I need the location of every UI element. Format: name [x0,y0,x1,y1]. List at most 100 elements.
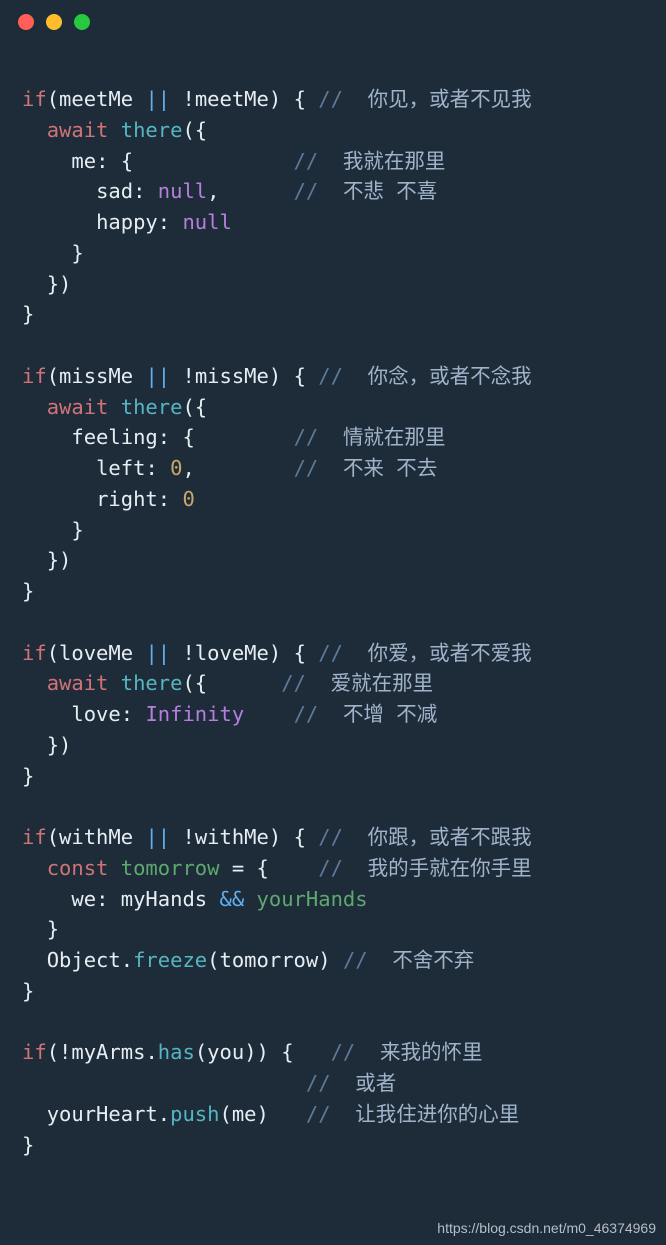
operator-and: && [220,887,245,911]
comment-text: 或者 [355,1071,396,1095]
comment-text: 不悲 不喜 [343,179,437,203]
identifier: withMe [195,825,269,849]
paren: ( [47,364,59,388]
operator-not: ! [59,1040,71,1064]
paren: ) [269,87,281,111]
method: has [158,1040,195,1064]
window-titlebar [0,0,666,44]
variable: tomorrow [121,856,220,880]
identifier: loveMe [59,641,133,665]
colon: : [133,179,145,203]
comma: , [182,456,194,480]
brace: } [22,302,34,326]
property: happy [96,210,158,234]
property: sad [96,179,133,203]
property: love [71,702,120,726]
comment-marker: // [318,364,343,388]
brace: } [71,518,83,542]
brace: } [47,917,59,941]
operator-not: ! [182,825,194,849]
equals: = { [232,856,269,880]
paren: ) [257,1102,269,1126]
colon: : { [96,149,133,173]
property: right [96,487,158,511]
keyword-null: null [158,179,207,203]
keyword-null: null [182,210,231,234]
keyword-await: await [47,118,109,142]
paren: ( [47,1040,59,1064]
identifier: loveMe [195,641,269,665]
identifier: myArms [71,1040,145,1064]
comment-marker: // [281,671,306,695]
comment-text: 不增 不减 [343,702,437,726]
comment-text: 我就在那里 [343,149,446,173]
identifier: tomorrow [220,948,319,972]
keyword-await: await [47,395,109,419]
method: push [170,1102,219,1126]
minimize-icon[interactable] [46,14,62,30]
comma: , [207,179,219,203]
comment-marker: // [294,179,319,203]
colon: : [158,487,170,511]
identifier: Object [47,948,121,972]
dot: . [145,1040,157,1064]
brace: }) [47,548,72,572]
brace: { [294,364,306,388]
comment-text: 你跟，或者不跟我 [368,825,532,849]
dot: . [121,948,133,972]
identifier: you [207,1040,244,1064]
property: left [96,456,145,480]
comment-marker: // [318,856,343,880]
number: 0 [170,456,182,480]
comment-text: 不来 不去 [343,456,437,480]
operator-not: ! [182,364,194,388]
paren: ( [47,87,59,111]
number: 0 [182,487,194,511]
brace: { [294,825,306,849]
watermark: https://blog.csdn.net/m0_46374969 [437,1218,656,1239]
paren: ( [207,948,219,972]
comment-text: 情就在那里 [343,425,446,449]
operator-not: ! [182,87,194,111]
brace: }) [47,733,72,757]
property: we [71,887,96,911]
comment-marker: // [294,425,319,449]
brace: { [281,1040,293,1064]
keyword-if: if [22,641,47,665]
function-call: there [121,118,183,142]
keyword-if: if [22,364,47,388]
comment-marker: // [318,87,343,111]
paren: ( [195,1040,207,1064]
brace: } [22,764,34,788]
dot: . [158,1102,170,1126]
paren: ) [269,364,281,388]
identifier: meetMe [59,87,133,111]
brace: } [22,979,34,1003]
identifier: withMe [59,825,133,849]
brace: }) [47,272,72,296]
function-call: there [121,395,183,419]
comment-marker: // [331,1040,356,1064]
comment-marker: // [318,825,343,849]
comment-text: 爱就在那里 [331,671,434,695]
close-icon[interactable] [18,14,34,30]
function-call: there [121,671,183,695]
colon: : [96,887,108,911]
operator-or: || [145,641,170,665]
keyword-await: await [47,671,109,695]
paren: ) [318,948,330,972]
colon: : [158,210,170,234]
comment-text: 你念，或者不念我 [368,364,532,388]
comment-marker: // [294,456,319,480]
comment-marker: // [306,1102,331,1126]
colon: : [121,702,133,726]
paren: ( [47,641,59,665]
maximize-icon[interactable] [74,14,90,30]
comment-marker: // [343,948,368,972]
comment-marker: // [306,1071,331,1095]
identifier: meetMe [195,87,269,111]
operator-or: || [145,87,170,111]
keyword-infinity: Infinity [145,702,244,726]
identifier: myHands [121,887,207,911]
comment-text: 你爱，或者不爱我 [368,641,532,665]
